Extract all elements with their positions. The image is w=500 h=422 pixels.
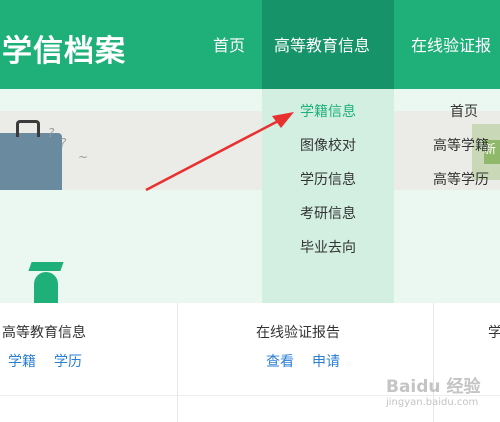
watermark-text: Baidu 经验 bbox=[386, 377, 481, 397]
baidu-watermark: Baidu 经验 jingyan.baidu.com bbox=[380, 366, 500, 416]
watermark-url: jingyan.baidu.com bbox=[386, 397, 479, 408]
red-arrow bbox=[145, 112, 294, 192]
